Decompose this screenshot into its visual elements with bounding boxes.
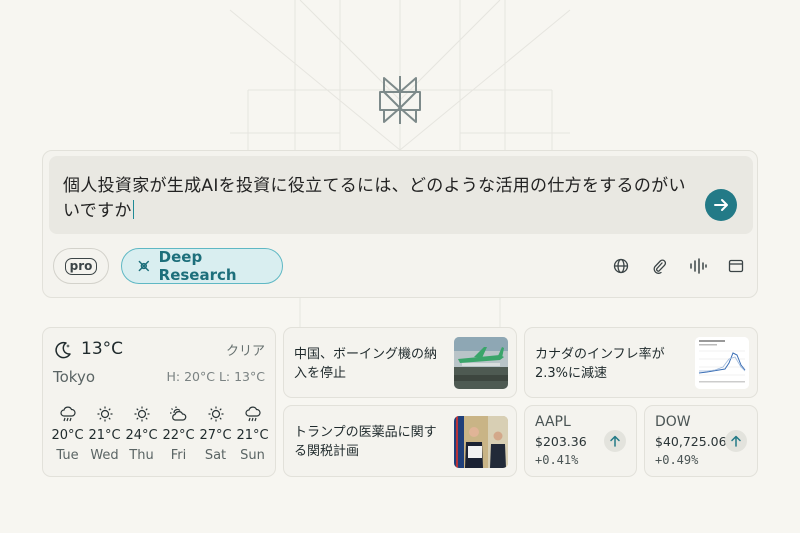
forecast-temp: 22°C bbox=[162, 428, 195, 443]
news-card[interactable]: トランプの医薬品に関する関税計画 bbox=[283, 405, 517, 477]
deep-research-label: Deep Research bbox=[158, 248, 237, 284]
perplexity-logo bbox=[379, 76, 421, 124]
weather-widget[interactable]: 13°C クリア Tokyo H: 20°C L: 13°C 20°C Tue … bbox=[42, 327, 276, 477]
deep-research-icon bbox=[138, 260, 150, 272]
arrow-up-icon bbox=[725, 430, 747, 452]
forecast-day: 24°C Thu bbox=[123, 405, 160, 463]
forecast-day: 21°C Wed bbox=[86, 405, 123, 463]
arrow-right-icon bbox=[714, 199, 728, 211]
ticker-price: $203.36 bbox=[535, 434, 587, 449]
forecast-day-name: Wed bbox=[90, 448, 119, 463]
ticker-symbol: DOW bbox=[655, 414, 691, 430]
forecast-day: 20°C Tue bbox=[49, 405, 86, 463]
ticker-price: $40,725.06 bbox=[655, 434, 727, 449]
forecast-temp: 21°C bbox=[236, 428, 269, 443]
sun-icon bbox=[207, 405, 225, 423]
city-name: Tokyo bbox=[53, 368, 95, 386]
forecast-row: 20°C Tue 21°C Wed 24°C Thu 22°C Fri 27°C… bbox=[49, 405, 271, 463]
pro-toggle-button[interactable]: pro bbox=[53, 248, 109, 284]
forecast-temp: 24°C bbox=[125, 428, 158, 443]
stock-ticker-card[interactable]: AAPL $203.36 +0.41% bbox=[524, 405, 637, 477]
paperclip-icon[interactable] bbox=[650, 257, 668, 275]
submit-button[interactable] bbox=[705, 189, 737, 221]
news-thumbnail bbox=[695, 337, 749, 389]
ticker-change: +0.41% bbox=[535, 453, 579, 467]
partly-cloudy-icon bbox=[169, 405, 189, 423]
voice-waveform-icon[interactable] bbox=[689, 257, 707, 275]
globe-icon[interactable] bbox=[612, 257, 630, 275]
news-title: カナダのインフレ率が2.3%に減速 bbox=[535, 347, 665, 381]
window-icon[interactable] bbox=[727, 257, 745, 275]
high-low-temperature: H: 20°C L: 13°C bbox=[166, 369, 265, 384]
ticker-symbol: AAPL bbox=[535, 414, 571, 430]
query-text[interactable]: 個人投資家が生成AIを投資に役立てるには、どのような活用の仕方をするのがいいです… bbox=[63, 174, 693, 224]
text-caret bbox=[132, 200, 135, 219]
forecast-temp: 27°C bbox=[199, 428, 232, 443]
forecast-day-name: Tue bbox=[56, 448, 79, 463]
forecast-temp: 20°C bbox=[51, 428, 84, 443]
sun-icon bbox=[133, 405, 151, 423]
current-temperature: 13°C bbox=[81, 339, 124, 359]
forecast-day: 27°C Sat bbox=[197, 405, 234, 463]
arrow-up-icon bbox=[604, 430, 626, 452]
news-title: トランプの医薬品に関する関税計画 bbox=[294, 425, 437, 459]
rain-cloud-icon bbox=[59, 405, 77, 423]
weather-condition: クリア bbox=[225, 344, 265, 359]
news-title: 中国、ボーイング機の納入を停止 bbox=[294, 347, 438, 381]
query-input[interactable]: 個人投資家が生成AIを投資に役立てるには、どのような活用の仕方をするのがいいです… bbox=[49, 156, 753, 234]
forecast-temp: 21°C bbox=[88, 428, 121, 443]
sun-icon bbox=[96, 405, 114, 423]
pro-label: pro bbox=[64, 257, 98, 275]
forecast-day: 22°C Fri bbox=[160, 405, 197, 463]
forecast-day-name: Fri bbox=[170, 448, 187, 463]
news-thumbnail bbox=[454, 416, 508, 468]
news-thumbnail bbox=[454, 337, 508, 389]
stock-ticker-card[interactable]: DOW $40,725.06 +0.49% bbox=[644, 405, 758, 477]
deep-research-button[interactable]: Deep Research bbox=[121, 248, 283, 284]
forecast-day-name: Sat bbox=[204, 448, 227, 463]
forecast-day-name: Thu bbox=[129, 448, 154, 463]
news-card[interactable]: カナダのインフレ率が2.3%に減速 bbox=[524, 327, 758, 398]
ticker-change: +0.49% bbox=[655, 453, 699, 467]
forecast-day-name: Sun bbox=[240, 448, 265, 463]
query-text-value: 個人投資家が生成AIを投資に役立てるには、どのような活用の仕方をするのがいいです… bbox=[63, 176, 686, 221]
news-card[interactable]: 中国、ボーイング機の納入を停止 bbox=[283, 327, 517, 398]
moon-icon bbox=[55, 341, 71, 359]
rain-cloud-icon bbox=[244, 405, 262, 423]
forecast-day: 21°C Sun bbox=[234, 405, 271, 463]
search-box: 個人投資家が生成AIを投資に役立てるには、どのような活用の仕方をするのがいいです… bbox=[42, 150, 758, 298]
